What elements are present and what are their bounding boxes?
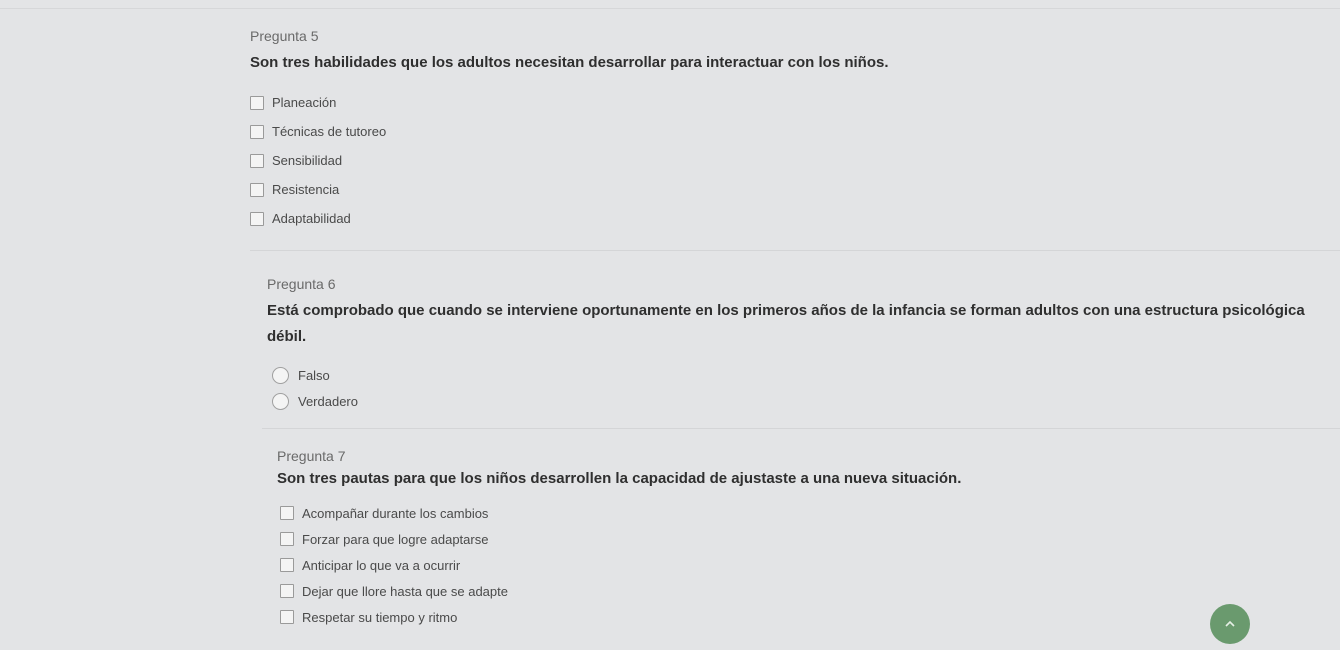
option-label: Verdadero — [298, 393, 358, 409]
option-label: Falso — [298, 367, 330, 383]
option-label: Sensibilidad — [272, 153, 343, 168]
question-divider — [262, 428, 1340, 429]
question-7: Pregunta 7 Son tres pautas para que los … — [277, 448, 1317, 630]
option-resistencia[interactable]: Resistencia — [250, 175, 1310, 204]
question-text: Son tres pautas para que los niños desar… — [277, 470, 962, 487]
checkbox[interactable] — [280, 558, 294, 572]
radio-button[interactable] — [272, 366, 289, 384]
option-forzar[interactable]: Forzar para que logre adaptarse — [280, 526, 1317, 552]
chevron-up-icon — [1225, 620, 1235, 627]
option-label: Acompañar durante los cambios — [302, 505, 489, 521]
option-label: Adaptabilidad — [272, 211, 351, 226]
scroll-to-top-button[interactable] — [1210, 604, 1250, 644]
option-respetar[interactable]: Respetar su tiempo y ritmo — [280, 604, 1317, 630]
question-6: Pregunta 6 Está comprobado que cuando se… — [267, 276, 1317, 414]
question-text: Está comprobado que cuando se interviene… — [267, 302, 1305, 345]
option-anticipar[interactable]: Anticipar lo que va a ocurrir — [280, 552, 1317, 578]
option-label: Dejar que llore hasta que se adapte — [302, 583, 508, 599]
option-label: Respetar su tiempo y ritmo — [302, 609, 458, 625]
question-divider — [250, 250, 1340, 251]
question-text: Son tres habilidades que los adultos nec… — [250, 54, 889, 71]
radio-button[interactable] — [272, 392, 289, 410]
option-sensibilidad[interactable]: Sensibilidad — [250, 146, 1310, 175]
option-adaptabilidad[interactable]: Adaptabilidad — [250, 204, 1310, 233]
option-planeacion[interactable]: Planeación — [250, 88, 1310, 117]
question-number: Pregunta 5 — [250, 28, 319, 44]
option-label: Resistencia — [272, 182, 340, 197]
checkbox[interactable] — [250, 95, 264, 110]
option-falso[interactable]: Falso — [272, 362, 1317, 388]
checkbox[interactable] — [250, 211, 264, 226]
checkbox[interactable] — [280, 532, 294, 546]
option-label: Técnicas de tutoreo — [272, 124, 387, 139]
option-acompanar[interactable]: Acompañar durante los cambios — [280, 500, 1317, 526]
option-dejar-que-llore[interactable]: Dejar que llore hasta que se adapte — [280, 578, 1317, 604]
checkbox[interactable] — [250, 124, 264, 139]
option-label: Anticipar lo que va a ocurrir — [302, 557, 461, 573]
question-5: Pregunta 5 Son tres habilidades que los … — [250, 28, 1310, 233]
checkbox[interactable] — [280, 506, 294, 520]
option-label: Forzar para que logre adaptarse — [302, 531, 489, 547]
checkbox[interactable] — [250, 182, 264, 197]
question-number: Pregunta 6 — [267, 276, 336, 292]
option-label: Planeación — [272, 95, 337, 110]
question-number: Pregunta 7 — [277, 448, 346, 464]
option-verdadero[interactable]: Verdadero — [272, 388, 1317, 414]
checkbox[interactable] — [280, 610, 294, 624]
top-divider — [0, 8, 1340, 9]
option-tecnicas-de-tutoreo[interactable]: Técnicas de tutoreo — [250, 117, 1310, 146]
checkbox[interactable] — [250, 153, 264, 168]
checkbox[interactable] — [280, 584, 294, 598]
